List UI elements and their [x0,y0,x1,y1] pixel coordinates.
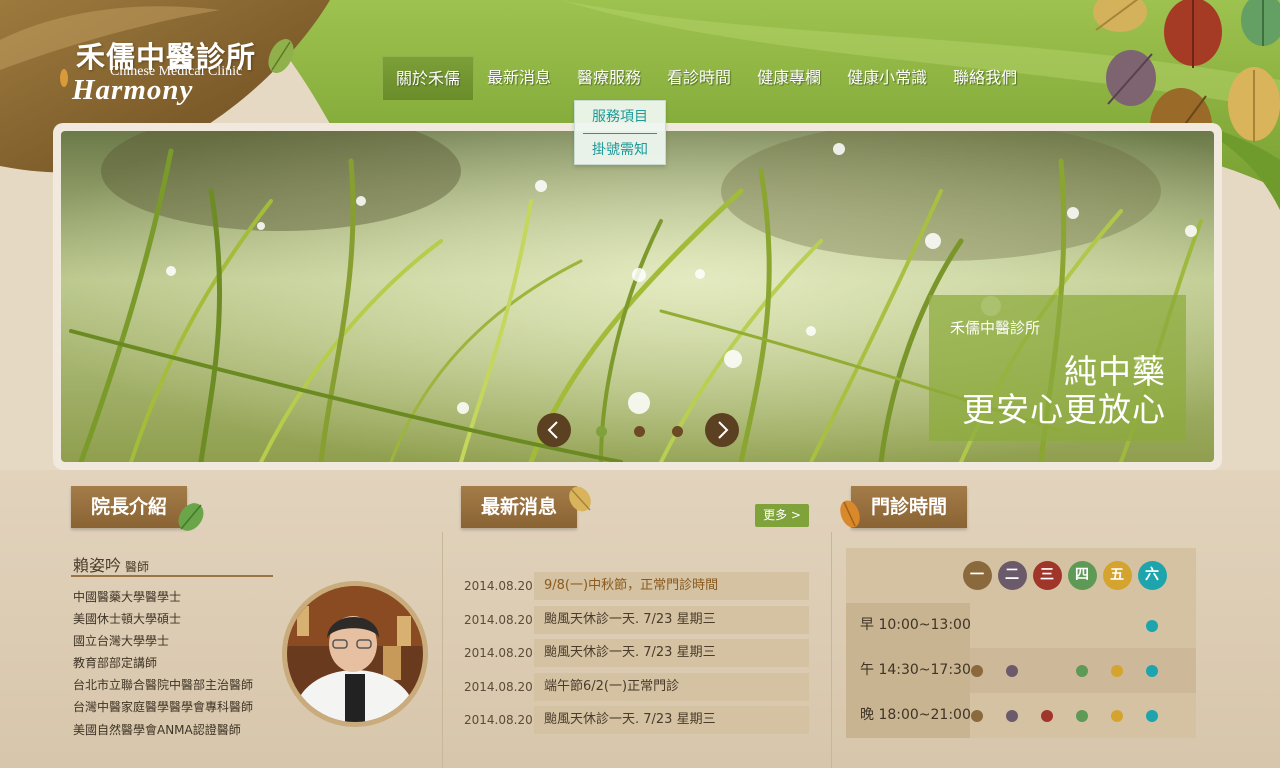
logo-script-name: Harmony [72,74,194,106]
news-date: 2014.08.20 [464,679,533,694]
news-more-button[interactable]: 更多 > [755,504,809,527]
credential-item: 美國休士頓大學碩士 [73,612,182,627]
news-item[interactable]: 2014.08.20 颱風天休診一天. 7/23 星期三 [461,605,809,634]
banner-dot-1[interactable] [596,426,607,437]
schedule-row: 午 14:30~17:30 [846,648,1196,693]
banner-dot-3[interactable] [672,426,683,437]
clinic-logo[interactable]: 禾儒中醫診所 Chinese Medical Clinic Harmony [58,34,298,114]
leaf-decoration-icon [1093,0,1147,32]
logo-small-leaf-icon [60,69,68,87]
schedule-open-dot [1041,710,1053,722]
schedule-open-dot [971,665,983,677]
logo-leaf-icon [268,39,294,73]
leaf-decoration-icon [569,486,591,512]
submenu-item-services[interactable]: 服務項目 [575,101,665,133]
leaf-decoration-icon [1228,67,1280,142]
main-navigation: 關於禾儒 最新消息 醫療服務 看診時間 健康專欄 健康小常識 聯絡我們 [382,56,1030,100]
banner-caption-box: 禾儒中醫診所 純中藥 更安心更放心 [929,295,1186,441]
credential-item: 中國醫藥大學醫學士 [73,590,182,604]
news-title[interactable]: 9/8(一)中秋節，正常門診時間 [534,572,809,600]
doctor-title: 醫師 [125,560,150,574]
leaf-decoration-icon [1164,0,1222,68]
schedule-heading: 門診時間 [851,486,968,528]
schedule-day-3: 三 [1032,561,1062,590]
schedule-row: 晚 18:00~21:00 [846,693,1196,738]
schedule-open-dot [1006,710,1018,722]
nav-item-contact[interactable]: 聯絡我們 [940,56,1030,100]
chevron-right-icon [718,421,729,439]
schedule-open-dot [1006,665,1018,677]
schedule-open-dot [1146,620,1158,632]
nav-item-services[interactable]: 醫療服務 [564,56,654,100]
leaf-decoration-icon [840,500,860,528]
column-divider [831,532,832,768]
news-item[interactable]: 2014.08.20 端午節6/2(一)正常門診 [461,672,809,701]
schedule-day-1: 一 [962,561,992,590]
banner-caption-line2: 更安心更放心 [962,390,1166,429]
schedule-day-4: 四 [1067,561,1097,590]
news-title[interactable]: 颱風天休診一天. 7/23 星期三 [534,605,809,634]
schedule-open-dot [1146,665,1158,677]
services-dropdown-menu: 服務項目 掛號需知 [574,100,666,165]
banner-caption-clinic-name: 禾儒中醫診所 [950,319,1041,337]
director-heading: 院長介紹 [71,486,188,528]
nav-item-hours[interactable]: 看診時間 [654,56,744,100]
schedule-day-2: 二 [997,561,1027,590]
schedule-open-dot [1111,665,1123,677]
schedule-open-dot [971,710,983,722]
clinic-schedule-table: 一二三四五六 早 10:00~13:00 午 14:30~17:30 晚 18:00… [846,548,1196,738]
news-title[interactable]: 端午節6/2(一)正常門診 [534,672,809,701]
nav-item-health-tips[interactable]: 健康小常識 [834,56,940,100]
news-date: 2014.08.20 [464,713,533,728]
schedule-open-dot [1076,665,1088,677]
schedule-row: 早 10:00~13:00 [846,603,1196,648]
schedule-open-dot [1076,710,1088,722]
schedule-open-dot [1146,710,1158,722]
column-divider [442,532,443,768]
chevron-left-icon [547,421,558,439]
divider [71,575,273,577]
nav-item-about[interactable]: 關於禾儒 [382,56,475,100]
doctor-credentials-list: 中國醫藥大學醫學士 美國休士頓大學碩士 國立台灣大學學士 教育部部定講師 台北市… [73,586,253,741]
doctor-photo [282,581,428,727]
credential-item: 美國自然醫學會ANMA認證醫師 [73,722,241,737]
news-date: 2014.08.20 [464,612,533,627]
news-item[interactable]: 2014.08.20 颱風天休診一天. 7/23 星期三 [461,706,809,735]
news-item[interactable]: 2014.08.20 9/8(一)中秋節，正常門診時間 [461,572,809,600]
banner-next-button[interactable] [705,413,739,447]
news-heading: 最新消息 [461,486,578,528]
nav-item-health-column[interactable]: 健康專欄 [744,56,834,100]
schedule-slot-label: 午 14:30~17:30 [846,648,971,693]
doctor-name: 賴姿吟 [73,556,122,575]
nav-item-news[interactable]: 最新消息 [474,56,564,100]
doctor-name-line: 賴姿吟 醫師 [73,552,149,576]
credential-item: 教育部部定講師 [73,656,158,671]
submenu-item-registration[interactable]: 掛號需知 [583,133,657,165]
schedule-slot-label: 晚 18:00~21:00 [846,693,971,738]
schedule-day-6: 六 [1137,561,1167,590]
schedule-open-dot [1111,710,1123,722]
news-date: 2014.08.20 [464,579,533,593]
leaf-decoration-icon [178,503,204,531]
banner-prev-button[interactable] [537,413,571,447]
leaf-decoration-icon [1241,0,1280,46]
news-title[interactable]: 颱風天休診一天. 7/23 星期三 [534,639,809,668]
banner-dot-2[interactable] [634,426,645,437]
schedule-day-5: 五 [1102,561,1132,590]
credential-item: 台北市立聯合醫院中醫部主治醫師 [73,678,254,693]
credential-item: 國立台灣大學學士 [73,634,170,649]
news-list: 2014.08.20 9/8(一)中秋節，正常門診時間 2014.08.20 颱… [461,572,809,740]
news-item[interactable]: 2014.08.20 颱風天休診一天. 7/23 星期三 [461,639,809,668]
credential-item: 台灣中醫家庭醫學醫學會專科醫師 [73,700,254,715]
news-date: 2014.08.20 [464,646,533,661]
news-title[interactable]: 颱風天休診一天. 7/23 星期三 [534,706,809,735]
schedule-slot-label: 早 10:00~13:00 [846,603,971,648]
